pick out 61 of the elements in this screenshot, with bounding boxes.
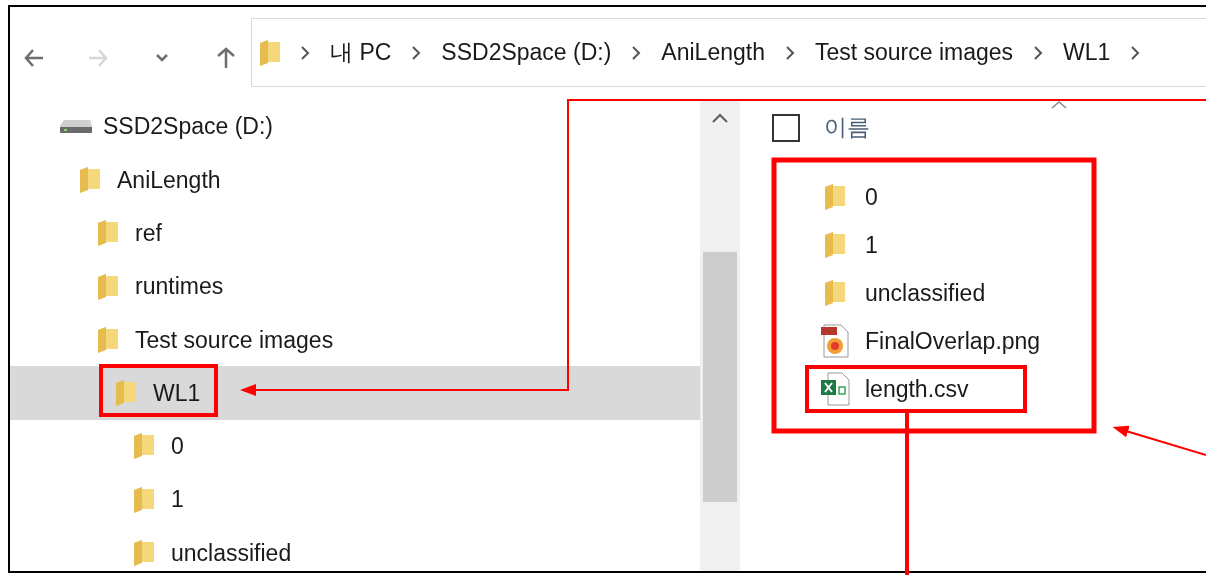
scrollbar[interactable] (700, 100, 740, 571)
folder-icon (98, 273, 118, 300)
tree-item-label: ref (135, 219, 162, 248)
folder-icon (134, 433, 154, 460)
file-row[interactable]: FinalOverlap.png (740, 317, 1206, 365)
breadcrumb-segment[interactable]: 내 PC (330, 35, 392, 70)
tree-item[interactable]: WL1 (10, 366, 700, 420)
tree-item-label: Test source images (135, 325, 334, 355)
sort-caret-icon (1050, 100, 1068, 110)
file-name: length.csv (865, 374, 969, 404)
chevron-right-icon (1033, 44, 1044, 61)
folder-icon (825, 232, 845, 258)
tree-item-label: WL1 (153, 378, 201, 408)
breadcrumb-segment[interactable]: SSD2Space (D:) (441, 35, 612, 70)
name-column-header[interactable]: 이름 (824, 110, 870, 145)
file-row[interactable]: 1 (740, 221, 1206, 269)
chevron-right-icon (784, 44, 795, 61)
tree-item-label: AniLength (117, 165, 221, 195)
folder-icon (116, 380, 136, 407)
folder-icon (98, 220, 118, 247)
scrollbar-thumb[interactable] (703, 252, 737, 502)
folder-icon (260, 39, 280, 66)
breadcrumb-segment[interactable]: Test source images (814, 35, 1014, 70)
image-file-icon (820, 324, 850, 358)
folder-icon (825, 280, 845, 306)
file-row[interactable]: unclassified (740, 269, 1206, 317)
breadcrumb-segment[interactable]: WL1 (1063, 35, 1111, 70)
tree-item[interactable]: AniLength (10, 153, 700, 207)
file-row[interactable]: 0 (740, 173, 1206, 221)
scroll-up-icon[interactable] (711, 112, 729, 124)
tree-item-label: runtimes (135, 272, 224, 302)
tree-item-label: SSD2Space (D:) (103, 112, 273, 142)
file-row[interactable]: length.csv (740, 365, 1206, 413)
tree-item-label: unclassified (171, 538, 292, 568)
tree-item-label: 1 (171, 485, 184, 515)
spreadsheet-file-icon (820, 372, 850, 406)
file-name: unclassified (865, 278, 986, 308)
chevron-right-icon (411, 44, 422, 61)
tree-item[interactable]: Test source images (10, 313, 700, 367)
file-name: 1 (865, 230, 878, 260)
address-bar[interactable]: 내 PC SSD2Space (D:) AniLength Test source images WL1 (251, 18, 1206, 87)
folder-icon (825, 184, 845, 210)
breadcrumb-segment[interactable]: AniLength (661, 35, 765, 70)
tree-item-label: 0 (171, 432, 184, 462)
chevron-right-icon (300, 44, 310, 61)
tree-item[interactable]: unclassified (10, 526, 700, 571)
file-name: 0 (865, 182, 878, 212)
folder-icon (80, 166, 100, 193)
tree-item[interactable]: SSD2Space (D:) (10, 100, 700, 154)
drive-icon (60, 119, 92, 134)
folder-icon (98, 326, 118, 353)
tree-item[interactable]: 1 (10, 473, 700, 527)
folder-icon (134, 486, 154, 513)
tree-item[interactable]: 0 (10, 419, 700, 474)
chevron-right-icon (1130, 44, 1141, 61)
select-all-checkbox[interactable] (772, 113, 800, 142)
folder-icon (134, 540, 154, 566)
tree-item[interactable]: runtimes (10, 259, 700, 314)
file-name: FinalOverlap.png (865, 326, 1041, 356)
tree-item[interactable]: ref (10, 206, 700, 260)
chevron-right-icon (631, 44, 642, 61)
